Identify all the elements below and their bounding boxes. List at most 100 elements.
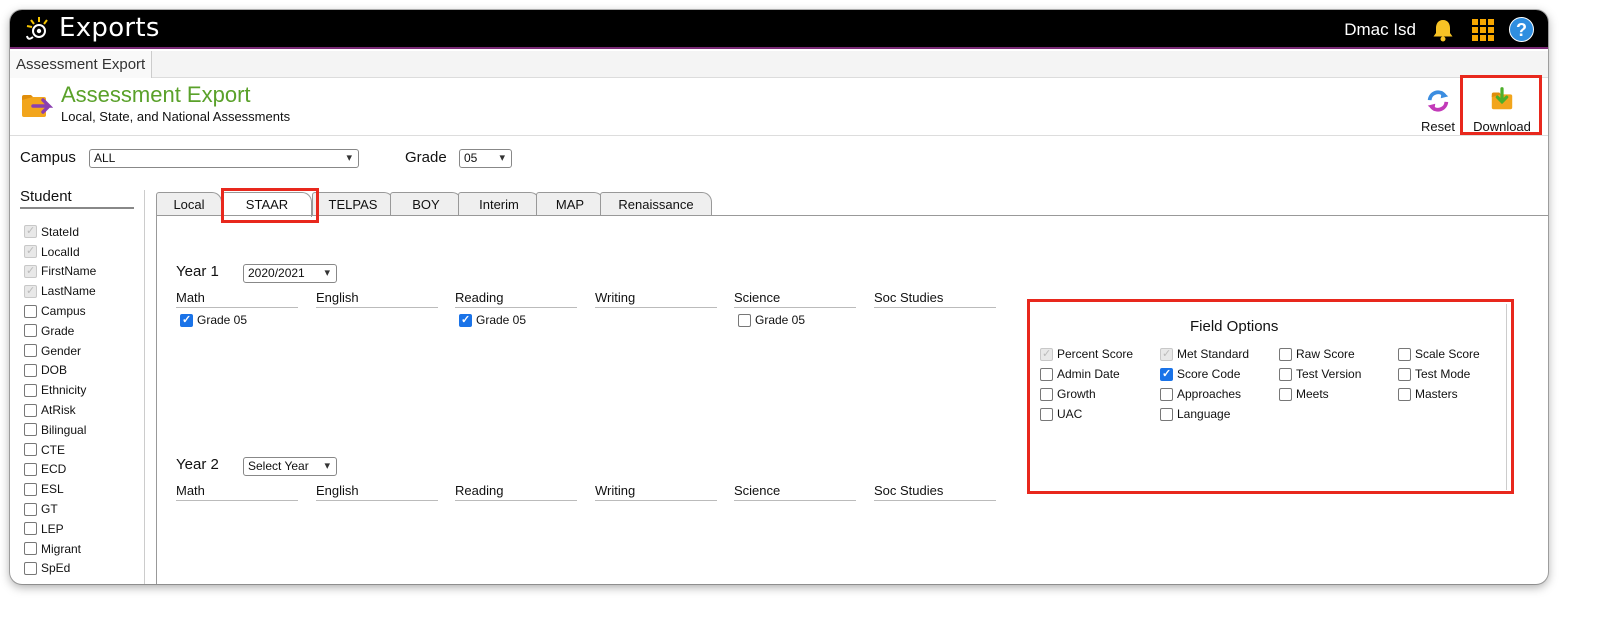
subject-header-english: English bbox=[316, 290, 438, 308]
grade-select[interactable]: 05 ▾ bbox=[459, 149, 512, 168]
year1-math-grade-option[interactable]: Grade 05 bbox=[180, 313, 247, 327]
tab-local[interactable]: Local bbox=[156, 192, 222, 216]
field-option-test-mode[interactable]: Test Mode bbox=[1398, 367, 1470, 381]
tab-renaissance[interactable]: Renaissance bbox=[600, 192, 712, 216]
migrant-checkbox[interactable] bbox=[24, 542, 37, 556]
atrisk-checkbox[interactable] bbox=[24, 403, 37, 417]
tab-staar[interactable]: STAAR bbox=[222, 192, 312, 217]
field-option-scale-score[interactable]: Scale Score bbox=[1398, 347, 1480, 361]
growth-checkbox[interactable] bbox=[1040, 387, 1053, 401]
uac-checkbox[interactable] bbox=[1040, 407, 1053, 421]
campus-select[interactable]: ALL ▾ bbox=[89, 149, 359, 168]
download-button[interactable]: Download bbox=[1462, 84, 1542, 134]
localid-checkbox bbox=[24, 244, 37, 259]
tab-boy[interactable]: BOY bbox=[390, 192, 462, 216]
chevron-down-icon: ▾ bbox=[324, 460, 330, 472]
campus-label: Campus bbox=[20, 149, 76, 166]
year1-reading-grade-option[interactable]: Grade 05 bbox=[459, 313, 526, 327]
student-field-grade[interactable]: Grade bbox=[24, 321, 96, 341]
student-field-migrant[interactable]: Migrant bbox=[24, 539, 96, 559]
field-option-masters[interactable]: Masters bbox=[1398, 387, 1458, 401]
apps-grid-icon[interactable] bbox=[1471, 18, 1495, 42]
met-standard-checkbox bbox=[1160, 347, 1173, 361]
field-option-test-version[interactable]: Test Version bbox=[1279, 367, 1361, 381]
ecd-label: ECD bbox=[41, 462, 67, 477]
breadcrumb-tab-assessment-export[interactable]: Assessment Export bbox=[10, 51, 153, 78]
field-option-language[interactable]: Language bbox=[1160, 407, 1230, 421]
student-field-atrisk[interactable]: AtRisk bbox=[24, 400, 96, 420]
tab-telpas[interactable]: TELPAS bbox=[312, 192, 394, 216]
app-title: Exports bbox=[59, 13, 160, 43]
test-mode-checkbox[interactable] bbox=[1398, 367, 1411, 381]
year1-select[interactable]: 2020/2021 ▾ bbox=[243, 264, 337, 283]
sped-checkbox[interactable] bbox=[24, 561, 37, 575]
student-field-campus[interactable]: Campus bbox=[24, 301, 96, 321]
page-title: Assessment Export bbox=[61, 82, 251, 107]
bilingual-checkbox[interactable] bbox=[24, 423, 37, 437]
lep-checkbox[interactable] bbox=[24, 522, 37, 536]
lastname-checkbox bbox=[24, 284, 37, 298]
math-grade-checkbox[interactable] bbox=[180, 313, 193, 327]
field-option-raw-score[interactable]: Raw Score bbox=[1279, 347, 1355, 361]
field-option-admin-date[interactable]: Admin Date bbox=[1040, 367, 1120, 381]
field-option-uac[interactable]: UAC bbox=[1040, 407, 1082, 421]
grade-checkbox[interactable] bbox=[24, 324, 37, 338]
student-field-gender[interactable]: Gender bbox=[24, 341, 96, 361]
reading-grade-checkbox[interactable] bbox=[459, 313, 472, 327]
student-field-lep[interactable]: LEP bbox=[24, 519, 96, 539]
cte-checkbox[interactable] bbox=[24, 443, 37, 457]
language-checkbox[interactable] bbox=[1160, 407, 1173, 421]
localid-label: LocalId bbox=[41, 244, 80, 259]
grade-label: Grade bbox=[405, 149, 447, 166]
science-grade-checkbox[interactable] bbox=[738, 313, 751, 327]
meets-checkbox[interactable] bbox=[1279, 387, 1292, 401]
esl-checkbox[interactable] bbox=[24, 482, 37, 496]
student-field-cte[interactable]: CTE bbox=[24, 440, 96, 460]
raw-score-checkbox[interactable] bbox=[1279, 347, 1292, 361]
masters-checkbox[interactable] bbox=[1398, 387, 1411, 401]
user-name[interactable]: Dmac Isd bbox=[1344, 20, 1416, 40]
student-field-firstname: FirstName bbox=[24, 262, 96, 282]
student-field-dob[interactable]: DOB bbox=[24, 361, 96, 381]
field-option-meets[interactable]: Meets bbox=[1279, 387, 1329, 401]
student-field-gt[interactable]: GT bbox=[24, 499, 96, 519]
student-field-sped[interactable]: SpEd bbox=[24, 559, 96, 579]
field-option-growth[interactable]: Growth bbox=[1040, 387, 1096, 401]
test-version-checkbox[interactable] bbox=[1279, 367, 1292, 381]
subject-header-writing: Writing bbox=[595, 483, 717, 501]
campus-checkbox[interactable] bbox=[24, 304, 37, 318]
sped-label: SpEd bbox=[41, 561, 71, 576]
subject-header-math: Math bbox=[176, 483, 298, 501]
ethnicity-checkbox[interactable] bbox=[24, 383, 37, 397]
admin-date-checkbox[interactable] bbox=[1040, 367, 1053, 381]
student-field-ecd[interactable]: ECD bbox=[24, 460, 96, 480]
year2-select[interactable]: Select Year ▾ bbox=[243, 457, 337, 476]
student-field-list: StateId LocalId FirstName LastName Campus Gra… bbox=[24, 222, 96, 578]
year1-science-grade-option[interactable]: Grade 05 bbox=[738, 313, 805, 327]
app-logo-icon[interactable] bbox=[24, 14, 54, 44]
help-icon[interactable]: ? bbox=[1509, 17, 1534, 42]
dob-checkbox[interactable] bbox=[24, 363, 37, 377]
scale-score-checkbox[interactable] bbox=[1398, 347, 1411, 361]
growth-label: Growth bbox=[1057, 387, 1096, 401]
gender-checkbox[interactable] bbox=[24, 344, 37, 358]
field-option-approaches[interactable]: Approaches bbox=[1160, 387, 1241, 401]
notification-bell-icon[interactable] bbox=[1430, 17, 1456, 43]
campus-select-value: ALL bbox=[94, 151, 116, 165]
approaches-checkbox[interactable] bbox=[1160, 387, 1173, 401]
subject-header-science: Science bbox=[734, 290, 856, 308]
student-field-esl[interactable]: ESL bbox=[24, 479, 96, 499]
app-window: Exports Dmac Isd ? Assessment Export Ass… bbox=[10, 10, 1548, 584]
breadcrumb: Assessment Export bbox=[10, 51, 1548, 78]
score-code-checkbox[interactable] bbox=[1160, 367, 1173, 381]
reset-button[interactable]: Reset bbox=[1414, 86, 1462, 134]
gt-checkbox[interactable] bbox=[24, 502, 37, 516]
student-field-bilingual[interactable]: Bilingual bbox=[24, 420, 96, 440]
ecd-checkbox[interactable] bbox=[24, 462, 37, 476]
tab-map[interactable]: MAP bbox=[536, 192, 604, 216]
download-label: Download bbox=[1473, 119, 1531, 134]
tab-interim[interactable]: Interim bbox=[458, 192, 540, 216]
field-option-score-code[interactable]: Score Code bbox=[1160, 367, 1240, 381]
student-field-ethnicity[interactable]: Ethnicity bbox=[24, 380, 96, 400]
field-option-percent-score: Percent Score bbox=[1040, 347, 1133, 361]
